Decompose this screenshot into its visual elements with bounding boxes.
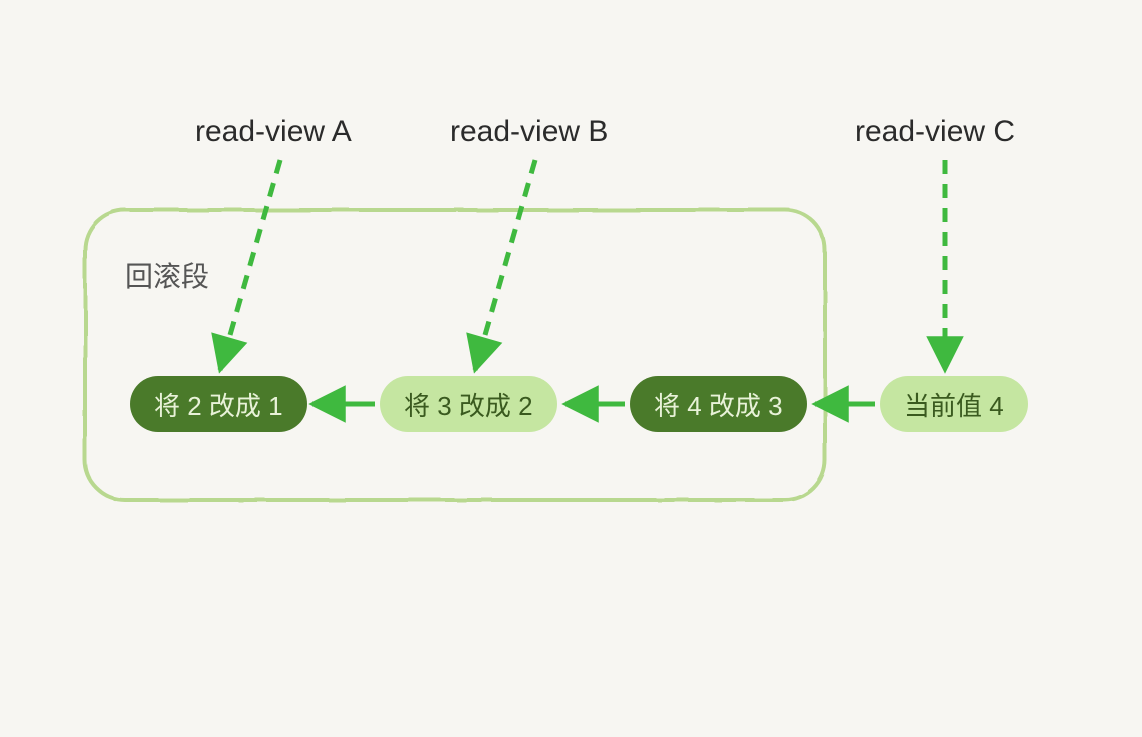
label-readview-b: read-view B xyxy=(450,115,608,149)
node-3: 将 4 改成 3 xyxy=(630,376,807,432)
section-title: 回滚段 xyxy=(125,255,209,295)
diagram-canvas: read-view A read-view B read-view C 回滚段 … xyxy=(0,0,1142,737)
node-4: 当前值 4 xyxy=(880,376,1028,432)
arrow-readview-a xyxy=(220,160,280,370)
node-1: 将 2 改成 1 xyxy=(130,376,307,432)
node-2: 将 3 改成 2 xyxy=(380,376,557,432)
diagram-svg xyxy=(0,0,1142,737)
label-readview-c: read-view C xyxy=(855,115,1015,149)
rollback-segment-box xyxy=(85,210,825,500)
arrow-readview-b xyxy=(475,160,535,370)
label-readview-a: read-view A xyxy=(195,115,352,149)
